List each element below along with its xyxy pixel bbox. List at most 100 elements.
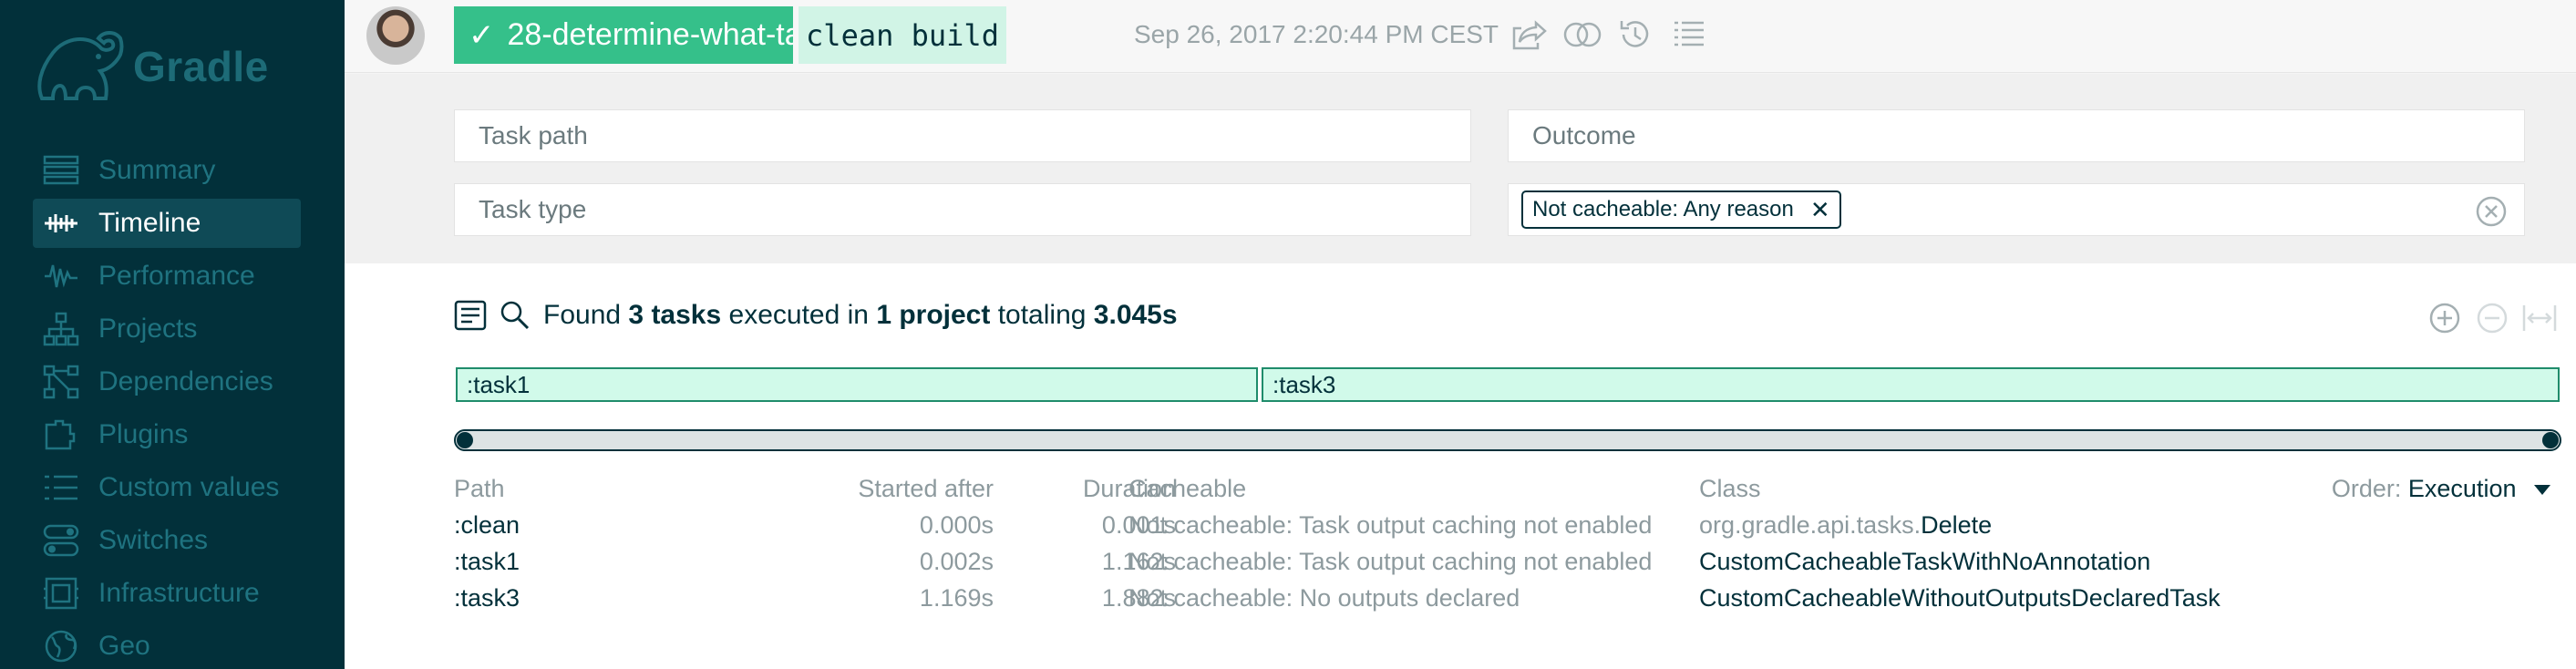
sidebar-item-label: Switches	[98, 525, 209, 555]
range-end-handle[interactable]	[2542, 432, 2559, 448]
custom-values-icon	[42, 469, 80, 506]
sidebar-item-switches[interactable]: Switches	[33, 516, 301, 565]
timeline-bar-task1[interactable]: :task1	[456, 367, 1258, 402]
row-started-after: 0.002s	[919, 548, 994, 575]
summary-found: Found	[543, 300, 622, 330]
check-icon: ✓	[469, 17, 495, 53]
row-class-name: CustomCacheableTaskWithNoAnnotation	[1699, 548, 2151, 575]
sidebar-item-performance[interactable]: Performance	[33, 252, 301, 301]
row-cacheable: Not cacheable: No outputs declared	[1128, 584, 1520, 612]
plugins-icon	[42, 417, 80, 453]
sidebar-item-label: Summary	[98, 155, 216, 185]
row-path: :task1	[454, 548, 520, 575]
details-toggle-icon[interactable]	[454, 300, 487, 331]
task-type-filter[interactable]: Task type	[454, 183, 1471, 236]
row-path: :task3	[454, 584, 520, 612]
list-icon[interactable]	[1663, 13, 1714, 57]
range-start-handle[interactable]	[457, 432, 473, 448]
search-icon[interactable]	[500, 300, 531, 331]
header-actions	[1504, 13, 1716, 57]
row-cacheable: Not cacheable: Task output caching not e…	[1128, 511, 1653, 539]
history-icon[interactable]	[1610, 13, 1661, 57]
row-started-after: 1.169s	[919, 584, 994, 612]
sidebar-item-geo[interactable]: Geo	[33, 622, 301, 669]
filter-chip-label: Not cacheable: Any reason	[1532, 197, 1794, 221]
sidebar-item-timeline[interactable]: Timeline	[33, 199, 301, 248]
switches-icon	[42, 522, 80, 559]
col-started-after[interactable]: Started after	[858, 475, 994, 503]
sidebar-item-label: Custom values	[98, 472, 280, 502]
avatar[interactable]	[366, 6, 425, 65]
fit-width-icon[interactable]	[2516, 300, 2563, 336]
build-date: Sep 26, 2017 2:20:44 PM CEST	[1134, 20, 1499, 48]
row-class-name: Delete	[1921, 511, 1993, 539]
sidebar-item-plugins[interactable]: Plugins	[33, 410, 301, 459]
dependencies-icon	[42, 364, 80, 400]
sidebar-item-label: Dependencies	[98, 366, 273, 396]
timeline-range-slider[interactable]	[454, 429, 2561, 451]
sidebar-item-summary[interactable]: Summary	[33, 146, 301, 195]
timeline-icon	[42, 205, 80, 242]
clear-filter-icon[interactable]	[2475, 195, 2508, 228]
table-row[interactable]: :task3 1.169s 1.882s Not cacheable: No o…	[454, 584, 2569, 621]
summary-executed-in: executed in	[728, 300, 869, 330]
timeline-bar-label: :task3	[1273, 370, 1336, 398]
row-class-package: org.gradle.api.tasks.	[1699, 511, 1922, 539]
build-status-badge[interactable]: ✓ 28-determine-what-task…	[454, 6, 793, 64]
sidebar-item-dependencies[interactable]: Dependencies	[33, 357, 301, 407]
row-cacheable: Not cacheable: Task output caching not e…	[1128, 548, 1653, 575]
order-label: Order:	[2331, 475, 2402, 502]
task-path-filter[interactable]: Task path	[454, 109, 1471, 162]
sidebar-item-projects[interactable]: Projects	[33, 304, 301, 354]
elephant-logo-icon	[37, 31, 124, 100]
zoom-controls	[2421, 300, 2563, 336]
sidebar-nav: Summary Timeline Performance Projects De…	[33, 146, 301, 669]
outcome-filter[interactable]: Outcome	[1508, 109, 2525, 162]
sidebar: Gradle Summary Timeline Performance Proj…	[0, 0, 345, 669]
sidebar-item-label: Plugins	[98, 419, 189, 449]
geo-icon	[42, 628, 80, 664]
table-row[interactable]: :clean 0.000s 0.001s Not cacheable: Task…	[454, 511, 2569, 548]
col-path[interactable]: Path	[454, 475, 505, 503]
projects-icon	[42, 311, 80, 347]
zoom-in-icon[interactable]	[2421, 300, 2468, 336]
col-cacheable[interactable]: Cacheable	[1128, 475, 1246, 503]
sidebar-item-custom-values[interactable]: Custom values	[33, 463, 301, 512]
sidebar-item-label: Projects	[98, 314, 198, 344]
filter-panel: Task path Outcome Task type Not cacheabl…	[345, 74, 2576, 263]
row-class: CustomCacheableWithoutOutputsDeclaredTas…	[1699, 584, 2221, 612]
timeline-bar-label: :task1	[467, 370, 531, 398]
table-row[interactable]: :task1 0.002s 1.162s Not cacheable: Task…	[454, 548, 2569, 584]
row-class-name: CustomCacheableWithoutOutputsDeclaredTas…	[1699, 584, 2221, 612]
share-icon[interactable]	[1504, 13, 1555, 57]
summary-project-count: 1 project	[876, 300, 991, 330]
filter-chip[interactable]: Not cacheable: Any reason ✕	[1521, 190, 1841, 229]
sidebar-item-label: Performance	[98, 261, 255, 291]
order-value: Execution	[2407, 475, 2517, 502]
summary-total-time: 3.045s	[1093, 300, 1178, 330]
performance-icon	[42, 258, 80, 294]
task-type-placeholder: Task type	[479, 195, 587, 223]
build-requested-tasks[interactable]: clean build	[799, 6, 1006, 64]
build-header: ✓ 28-determine-what-task… clean build Se…	[345, 0, 2576, 73]
summary-totaling: totaling	[997, 300, 1087, 330]
col-class[interactable]: Class	[1699, 475, 1761, 503]
branch-name: 28-determine-what-task…	[507, 17, 794, 52]
remove-chip-icon[interactable]: ✕	[1810, 196, 1830, 224]
cacheable-filter[interactable]: Not cacheable: Any reason ✕	[1508, 183, 2525, 236]
task-path-placeholder: Task path	[479, 121, 588, 149]
row-class: CustomCacheableTaskWithNoAnnotation	[1699, 548, 2150, 576]
caret-down-icon	[2534, 485, 2550, 496]
timeline-bar-task3[interactable]: :task3	[1262, 367, 2560, 402]
sidebar-item-infrastructure[interactable]: Infrastructure	[33, 569, 301, 618]
sidebar-item-label: Timeline	[98, 208, 201, 238]
zoom-out-icon[interactable]	[2468, 300, 2516, 336]
compare-icon[interactable]	[1557, 13, 1608, 57]
summary-icon	[42, 152, 80, 189]
gradle-logo[interactable]: Gradle	[33, 26, 269, 108]
infrastructure-icon	[42, 575, 80, 612]
order-selector[interactable]: Order: Execution	[2332, 475, 2550, 503]
outcome-placeholder: Outcome	[1532, 121, 1636, 149]
sidebar-item-label: Geo	[98, 631, 150, 661]
task-table: Path Started after Duration Cacheable Cl…	[454, 475, 2569, 621]
